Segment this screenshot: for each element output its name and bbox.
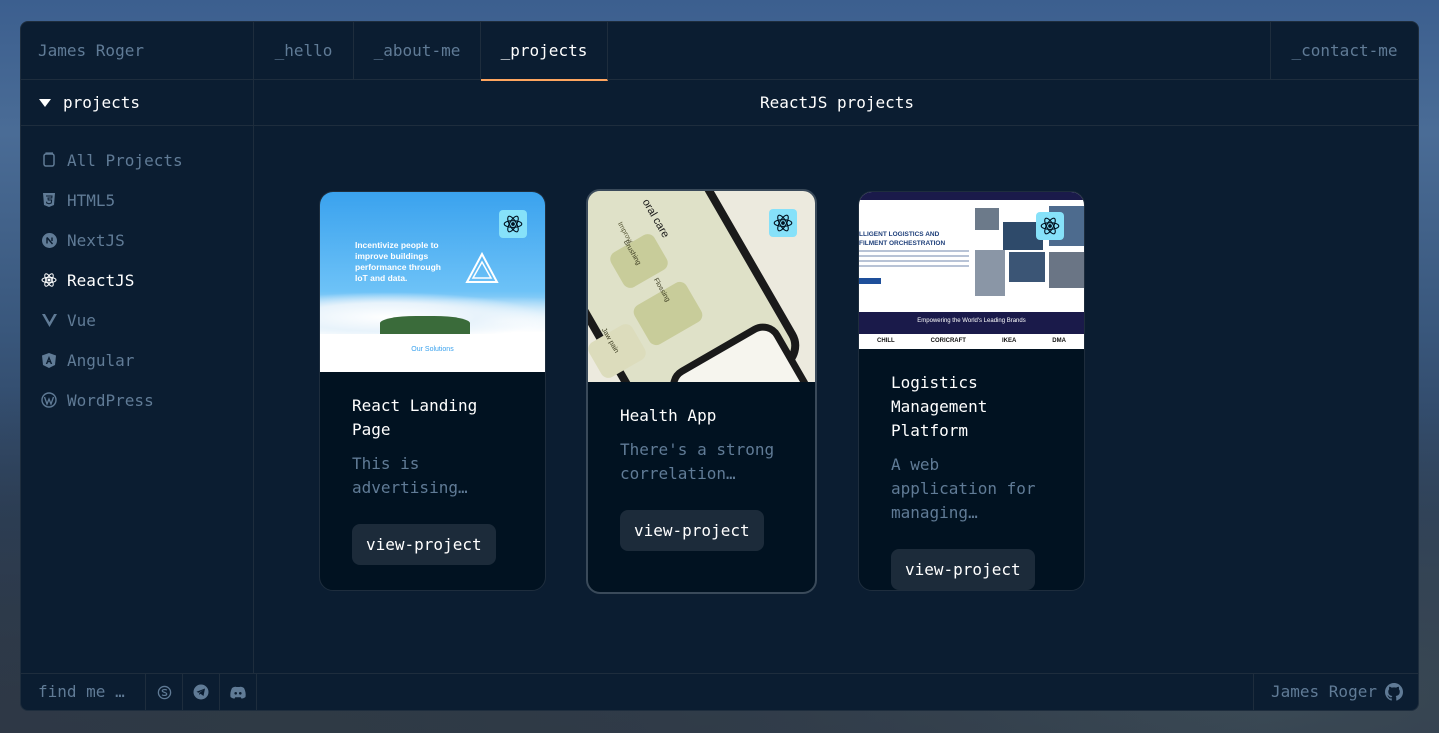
sidebar-item-angular[interactable]: Angular xyxy=(21,340,253,380)
sidebar-item-nextjs[interactable]: NextJS xyxy=(21,220,253,260)
view-project-button[interactable]: view-project xyxy=(620,510,764,551)
find-me-label: find me … xyxy=(21,674,146,710)
project-thumbnail: oral care Improve Brushing Flossing Jaw … xyxy=(588,191,815,382)
skype-link[interactable] xyxy=(146,674,183,710)
copy-icon xyxy=(41,152,57,168)
sidebar-section-header[interactable]: projects xyxy=(21,80,253,126)
thumb-button xyxy=(859,278,881,284)
nextjs-icon xyxy=(41,232,57,248)
react-badge xyxy=(1036,212,1064,240)
github-link[interactable]: James Roger xyxy=(1253,674,1418,710)
sidebar-item-label: Vue xyxy=(67,310,96,330)
sidebar-item-vue[interactable]: Vue xyxy=(21,300,253,340)
telegram-icon xyxy=(193,684,209,700)
react-icon xyxy=(503,215,523,233)
card-title: React Landing Page xyxy=(352,396,478,439)
tab-contact-me[interactable]: _contact-me xyxy=(1270,22,1418,79)
react-badge xyxy=(769,209,797,237)
project-card: LLIGENT LOGISTICS AND FILMENT ORCHESTRAT… xyxy=(858,191,1085,591)
thumb-cta: Our Solutions xyxy=(411,346,454,353)
vue-icon xyxy=(41,312,57,328)
thumb-brands: CHILL CORICRAFT IKEA DMA xyxy=(859,338,1084,344)
thumb-photo xyxy=(1049,252,1084,288)
sidebar-item-html5[interactable]: HTML5 xyxy=(21,180,253,220)
telegram-link[interactable] xyxy=(183,674,220,710)
view-project-button[interactable]: view-project xyxy=(891,549,1035,590)
brand-logo: IKEA xyxy=(1001,338,1017,344)
triangle-down-icon xyxy=(39,98,51,107)
angular-icon xyxy=(41,352,57,368)
thumb-headline: LLIGENT LOGISTICS AND FILMENT ORCHESTRAT… xyxy=(859,231,946,247)
discord-link[interactable] xyxy=(220,674,257,710)
brand-name[interactable]: James Roger xyxy=(21,22,254,79)
sidebar-item-label: All Projects xyxy=(67,150,183,170)
thumb-banner: Empowering the World's Leading Brands xyxy=(859,312,1084,334)
project-thumbnail: LLIGENT LOGISTICS AND FILMENT ORCHESTRAT… xyxy=(859,192,1084,349)
brand-logo: CORICRAFT xyxy=(930,338,966,344)
footer-username: James Roger xyxy=(1271,682,1377,701)
sidebar-section-title: projects xyxy=(63,93,141,112)
top-nav: James Roger _hello _about-me _projects _… xyxy=(21,22,1418,81)
page-title: ReactJS projects xyxy=(254,80,1418,126)
thumb-text-lines xyxy=(859,250,969,270)
project-thumbnail: Incentivize people to improve buildings … xyxy=(320,192,545,372)
project-card: oral care Improve Brushing Flossing Jaw … xyxy=(586,189,817,594)
react-icon xyxy=(773,214,793,232)
github-icon xyxy=(1384,683,1403,701)
react-icon xyxy=(1040,217,1060,235)
discord-icon xyxy=(230,686,246,699)
sidebar-item-all-projects[interactable]: All Projects xyxy=(21,140,253,180)
thumb-photo xyxy=(975,208,999,230)
sidebar-item-label: WordPress xyxy=(67,390,154,410)
sidebar-item-wordpress[interactable]: WordPress xyxy=(21,380,253,420)
thumb-footer xyxy=(320,334,545,372)
react-icon xyxy=(41,272,57,288)
card-body: Health App There's a strong correlation…… xyxy=(588,382,815,575)
card-description: This is advertising… xyxy=(352,454,468,497)
thumb-photo xyxy=(1009,252,1045,282)
brand-logo: DMA xyxy=(1052,338,1066,344)
view-project-button[interactable]: view-project xyxy=(352,524,496,565)
sidebar-item-label: NextJS xyxy=(67,230,125,250)
react-badge xyxy=(499,210,527,238)
html5-icon xyxy=(41,192,57,208)
card-title: Logistics Management Platform xyxy=(891,373,988,440)
thumb-headline: Incentivize people to improve buildings … xyxy=(355,240,441,283)
sidebar-list: All Projects HTML5 NextJS ReactJS Vue An… xyxy=(21,126,253,420)
sidebar-item-label: ReactJS xyxy=(67,270,135,290)
project-card: Incentivize people to improve buildings … xyxy=(319,191,546,591)
thumb-topbar xyxy=(859,192,1084,200)
skype-icon xyxy=(157,685,171,699)
brand-logo: CHILL xyxy=(876,338,895,344)
portfolio-window: James Roger _hello _about-me _projects _… xyxy=(20,21,1419,711)
sidebar-item-reactjs[interactable]: ReactJS xyxy=(21,260,253,300)
tab-hello[interactable]: _hello xyxy=(254,22,354,79)
footer: find me … James Roger xyxy=(21,673,1418,710)
card-description: A web application for managing… xyxy=(891,455,1036,522)
thumb-photo xyxy=(975,250,1005,296)
triangle-logo xyxy=(465,252,499,283)
tab-projects[interactable]: _projects xyxy=(481,22,608,81)
projects-panel: ReactJS projects Incentivize people to i… xyxy=(254,80,1418,674)
sidebar-item-label: HTML5 xyxy=(67,190,116,210)
island-graphic xyxy=(380,316,470,334)
card-title: Health App xyxy=(620,406,717,425)
card-body: React Landing Page This is advertising… … xyxy=(320,372,545,589)
sidebar: projects All Projects HTML5 NextJS React… xyxy=(21,80,254,674)
sidebar-item-label: Angular xyxy=(67,350,135,370)
tab-about-me[interactable]: _about-me xyxy=(354,22,481,79)
wordpress-icon xyxy=(41,392,57,408)
card-description: There's a strong correlation… xyxy=(620,440,775,483)
card-body: Logistics Management Platform A web appl… xyxy=(859,349,1084,590)
